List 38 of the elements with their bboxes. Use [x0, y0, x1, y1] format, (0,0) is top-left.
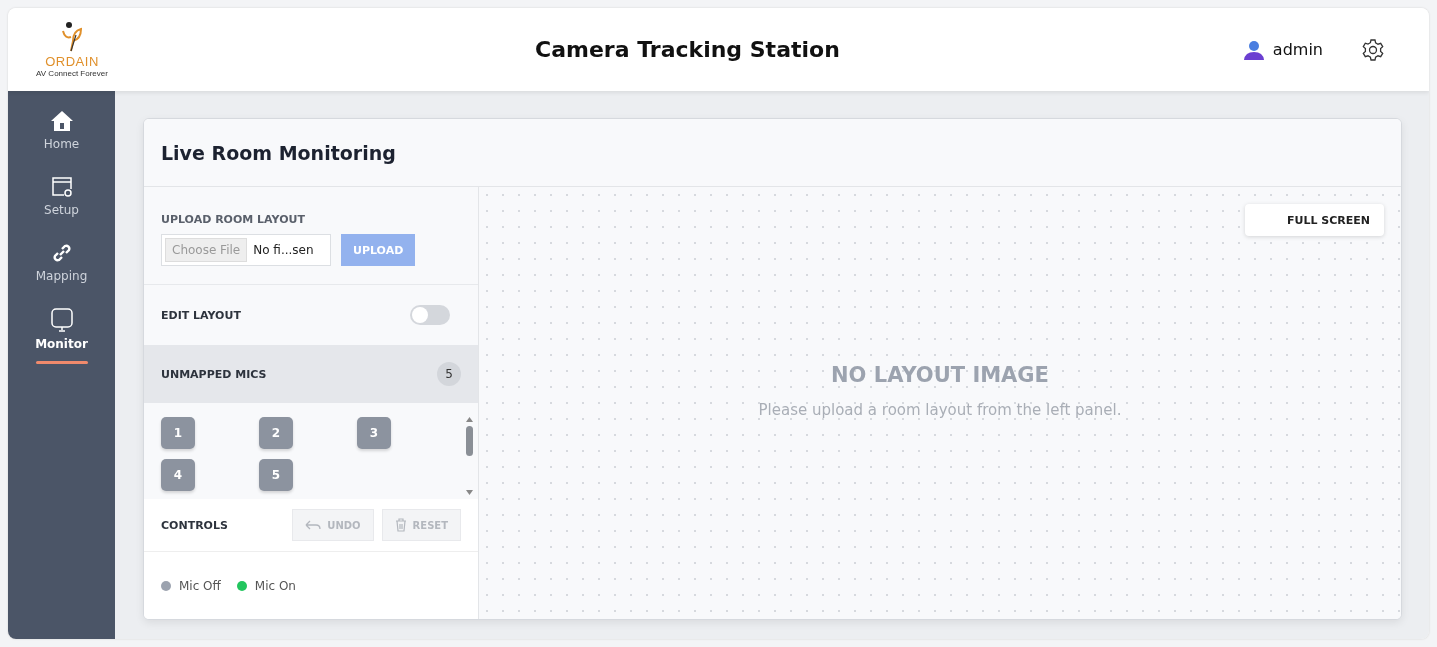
scrollbar-thumb[interactable]	[465, 426, 473, 456]
section-label: UNMAPPED MICS	[161, 367, 267, 381]
user-name[interactable]: admin	[1272, 40, 1323, 59]
undo-button[interactable]: UNDO	[292, 509, 374, 541]
mic-chip[interactable]: 3	[357, 417, 391, 449]
mic-chip[interactable]: 2	[259, 417, 293, 449]
nav-item[interactable]: Monitor	[35, 307, 88, 364]
nav-item[interactable]: Home	[43, 109, 80, 151]
mic-chip[interactable]: 5	[259, 459, 293, 491]
upload-button[interactable]: UPLOAD	[341, 234, 416, 266]
trash-icon	[394, 518, 407, 532]
empty-title: NO LAYOUT IMAGE	[830, 363, 1050, 387]
settings-icon[interactable]	[1361, 37, 1385, 62]
card-title: Live Room Monitoring	[161, 141, 396, 164]
empty-message: Please upload a room layout from the left panel.	[758, 401, 1122, 419]
reset-button[interactable]: RESET	[381, 509, 461, 541]
section-label: UPLOAD ROOM LAYOUT	[161, 213, 306, 226]
mic-chip[interactable]: 4	[161, 459, 195, 491]
count-badge: 5	[437, 362, 461, 386]
home-icon	[49, 109, 74, 133]
page-title: Camera Tracking Station	[534, 37, 841, 62]
full-screen-button[interactable]: FULL SCREEN	[1245, 204, 1384, 236]
nav-item[interactable]: Setup	[44, 175, 79, 217]
undo-icon	[305, 519, 322, 531]
window-gear-icon	[49, 175, 74, 199]
logo-drawing: ORDAIN AV Connect Forever	[12, 20, 132, 79]
legend-label: Mic Off	[179, 578, 221, 593]
section-label: EDIT LAYOUT	[161, 308, 241, 322]
section-label: CONTROLS	[161, 518, 228, 532]
nav-item[interactable]: Mapping	[35, 241, 88, 283]
file-input[interactable]: Choose File No fi...sen	[161, 234, 331, 266]
legend-label: Mic On	[254, 578, 296, 593]
monitor-icon	[48, 307, 75, 333]
edit-layout-toggle[interactable]	[410, 305, 450, 325]
user-icon	[1242, 39, 1265, 60]
scroll-down-icon[interactable]	[465, 490, 473, 495]
mic-chip[interactable]: 1	[161, 417, 195, 449]
scroll-up-icon[interactable]	[465, 417, 473, 422]
